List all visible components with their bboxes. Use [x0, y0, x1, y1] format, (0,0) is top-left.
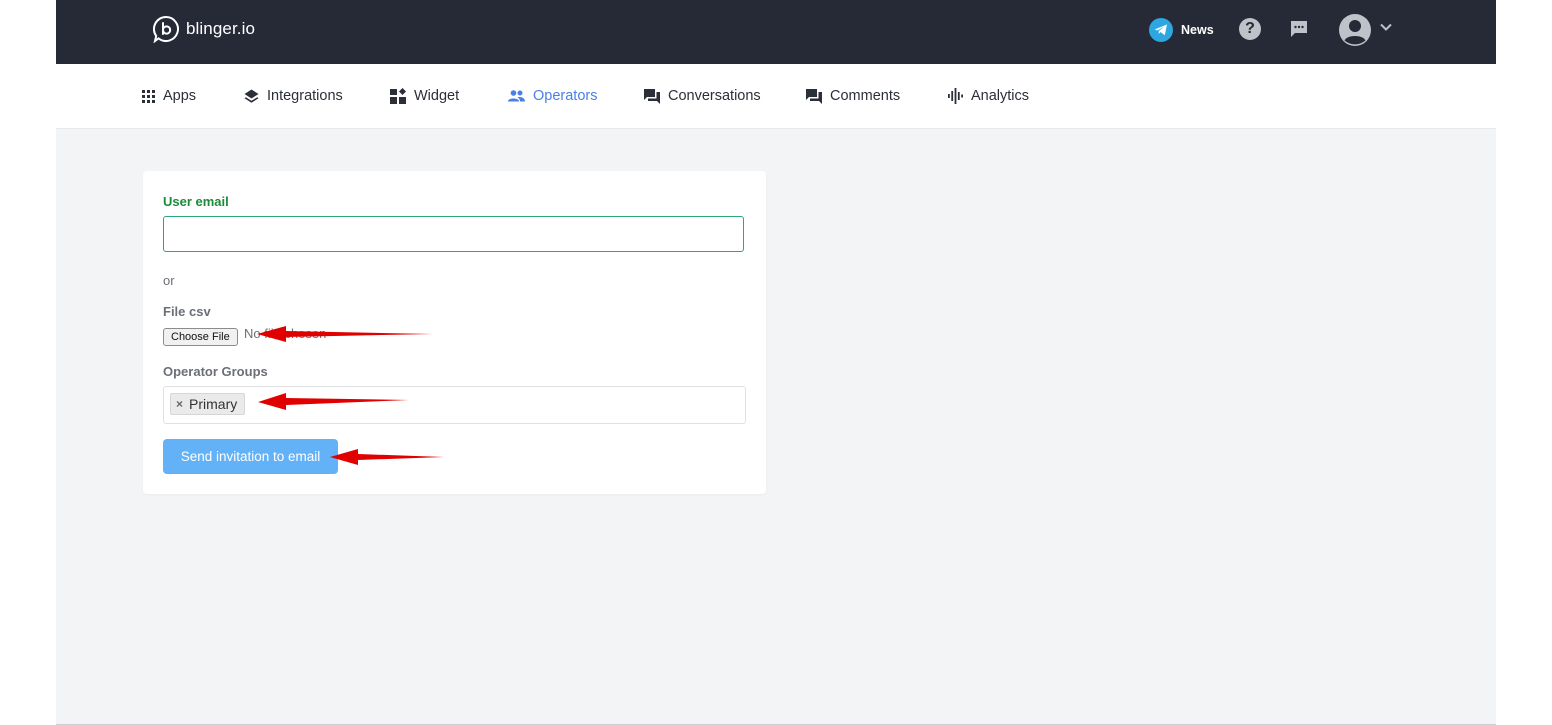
nav-item-conversations[interactable]: Conversations: [644, 64, 761, 128]
nav-label-integrations: Integrations: [267, 88, 343, 104]
analytics-icon: [948, 88, 963, 104]
comment-icon: [806, 88, 822, 104]
chevron-down-icon[interactable]: [1379, 20, 1393, 34]
send-invitation-button[interactable]: Send invitation to email: [163, 439, 338, 474]
news-link[interactable]: News: [1149, 18, 1214, 42]
nav-item-comments[interactable]: Comments: [806, 64, 900, 128]
nav-item-analytics[interactable]: Analytics: [948, 64, 1029, 128]
app-window: blinger.io News ? Apps Integrations Widg…: [56, 0, 1496, 725]
nav-label-operators: Operators: [533, 88, 598, 104]
nav-label-widget: Widget: [414, 88, 460, 104]
nav-label-conversations: Conversations: [668, 88, 761, 104]
layers-icon: [244, 89, 259, 103]
nav-label-comments: Comments: [830, 88, 901, 104]
help-icon[interactable]: ?: [1239, 18, 1261, 40]
nav-item-operators[interactable]: Operators: [508, 64, 597, 128]
email-label: User email: [163, 194, 229, 209]
top-bar: blinger.io News ?: [56, 0, 1496, 64]
file-label: File csv: [163, 304, 211, 319]
telegram-icon: [1149, 18, 1173, 42]
nav-item-integrations[interactable]: Integrations: [244, 64, 343, 128]
group-tag: × Primary: [170, 393, 246, 415]
group-tag-label: Primary: [189, 396, 238, 412]
people-icon: [508, 90, 525, 102]
remove-tag-icon[interactable]: ×: [176, 397, 183, 411]
nav-label-apps: Apps: [163, 88, 197, 104]
nav-item-widget[interactable]: Widget: [390, 64, 459, 128]
brand-logo[interactable]: blinger.io: [152, 15, 255, 43]
chat-icon: [644, 88, 660, 104]
invite-operator-form: User email or File csv Choose File No fi…: [143, 171, 766, 494]
or-separator: or: [163, 273, 175, 288]
main-nav: Apps Integrations Widget Operators Conve…: [56, 64, 1496, 129]
operator-groups-select[interactable]: × Primary: [163, 386, 746, 424]
nav-label-analytics: Analytics: [971, 88, 1030, 104]
nav-item-apps[interactable]: Apps: [142, 64, 196, 128]
choose-file-button[interactable]: Choose File: [163, 328, 238, 346]
file-status: No file chosen: [244, 326, 327, 341]
email-field[interactable]: [163, 216, 744, 252]
groups-label: Operator Groups: [163, 364, 268, 379]
brand-name: blinger.io: [186, 19, 256, 38]
grid-icon: [142, 89, 155, 103]
news-label: News: [1181, 23, 1214, 37]
messages-icon[interactable]: [1289, 19, 1309, 39]
blinger-logo-icon: [152, 15, 179, 43]
user-avatar-icon[interactable]: [1339, 14, 1371, 46]
widget-icon: [390, 88, 406, 104]
